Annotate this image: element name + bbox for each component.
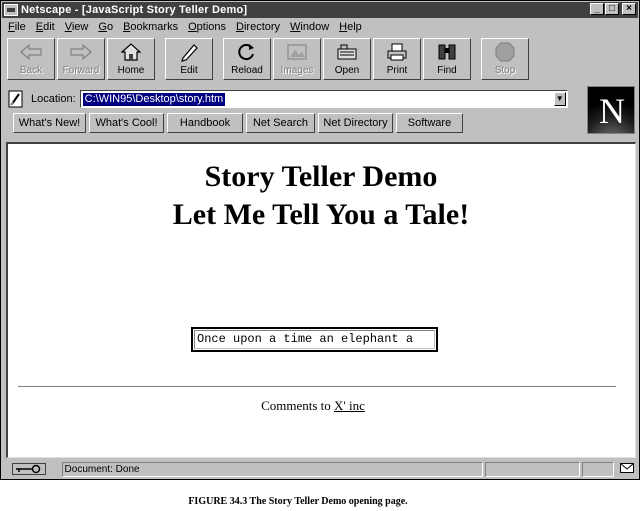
binoculars-icon [435,42,459,62]
reload-button[interactable]: Reload [223,38,271,80]
close-button[interactable]: × [622,3,636,15]
menu-bar: File Edit View Go Bookmarks Options Dire… [3,19,367,35]
software-button[interactable]: Software [396,113,463,133]
whats-cool-button[interactable]: What's Cool! [89,113,164,133]
home-icon [119,42,143,62]
find-button[interactable]: Find [423,38,471,80]
system-menu-icon[interactable] [4,4,18,16]
reload-icon [235,42,259,62]
mail-icon[interactable] [620,463,638,475]
print-button[interactable]: Print [373,38,421,80]
window-title: Netscape - [JavaScript Story Teller Demo… [21,4,248,16]
comments-link[interactable]: X' inc [334,398,365,413]
chevron-down-icon[interactable]: ▼ [553,92,566,106]
forward-button[interactable]: Forward [57,38,105,80]
netscape-logo[interactable]: N [587,86,635,134]
story-text: Once upon a time an elephant a [194,330,435,349]
figure-caption: FIGURE 34.3 The Story Teller Demo openin… [188,496,408,507]
open-icon [335,42,359,62]
minimize-icon: _ [594,3,600,14]
maximize-icon: □ [608,3,616,14]
menu-file[interactable]: File [3,21,31,33]
open-button[interactable]: Open [323,38,371,80]
location-label: Location: [31,93,76,105]
window-controls: _ □ × [589,3,636,15]
status-bar: Document: Done [2,460,638,478]
page-content: Story Teller Demo Let Me Tell You a Tale… [6,142,636,458]
whats-new-button[interactable]: What's New! [13,113,86,133]
handbook-button[interactable]: Handbook [167,113,243,133]
logo-letter: N [599,91,625,131]
forward-arrow-icon [69,42,93,62]
progress-field [485,461,581,477]
directory-buttons: What's New! What's Cool! Handbook Net Se… [13,113,466,133]
menu-bookmarks[interactable]: Bookmarks [118,21,183,33]
close-icon: × [626,3,632,14]
menu-window[interactable]: Window [285,21,334,33]
location-bar: Location: C:\WIN95\Desktop\story.htm ▼ [7,88,582,110]
horizontal-rule [18,386,616,388]
net-search-button[interactable]: Net Search [246,113,315,133]
stop-button[interactable]: Stop [481,38,529,80]
security-key-icon[interactable] [12,462,58,476]
maximize-button[interactable]: □ [605,3,619,15]
page-title: Story Teller Demo [204,160,438,193]
navigation-toolbar: Back Forward Home Edit Reload Images Ope… [7,38,531,82]
menu-options[interactable]: Options [183,21,231,33]
location-url: C:\WIN95\Desktop\story.htm [82,93,226,106]
pencil-icon [177,42,201,62]
edit-button[interactable]: Edit [165,38,213,80]
printer-icon [385,42,409,62]
images-icon [285,42,309,62]
back-arrow-icon [19,42,43,62]
story-textbox[interactable]: Once upon a time an elephant a [191,327,438,352]
title-bar: Netscape - [JavaScript Story Teller Demo… [2,2,638,18]
comments-prefix: Comments to [261,398,331,413]
menu-go[interactable]: Go [93,21,118,33]
page-subtitle: Let Me Tell You a Tale! [172,198,470,231]
net-directory-button[interactable]: Net Directory [318,113,393,133]
back-button[interactable]: Back [7,38,55,80]
minimize-button[interactable]: _ [590,3,604,15]
bookmark-icon[interactable] [7,90,25,108]
images-button[interactable]: Images [273,38,321,80]
menu-view[interactable]: View [60,21,94,33]
home-button[interactable]: Home [107,38,155,80]
status-text: Document: Done [61,461,484,477]
location-input[interactable]: C:\WIN95\Desktop\story.htm ▼ [79,90,568,108]
menu-edit[interactable]: Edit [31,21,60,33]
comments-line: Comments to X' inc [8,398,618,414]
menu-directory[interactable]: Directory [231,21,285,33]
stop-icon [493,42,517,62]
menu-help[interactable]: Help [334,21,367,33]
browser-window: Netscape - [JavaScript Story Teller Demo… [0,0,640,480]
status-field-right [582,461,615,477]
